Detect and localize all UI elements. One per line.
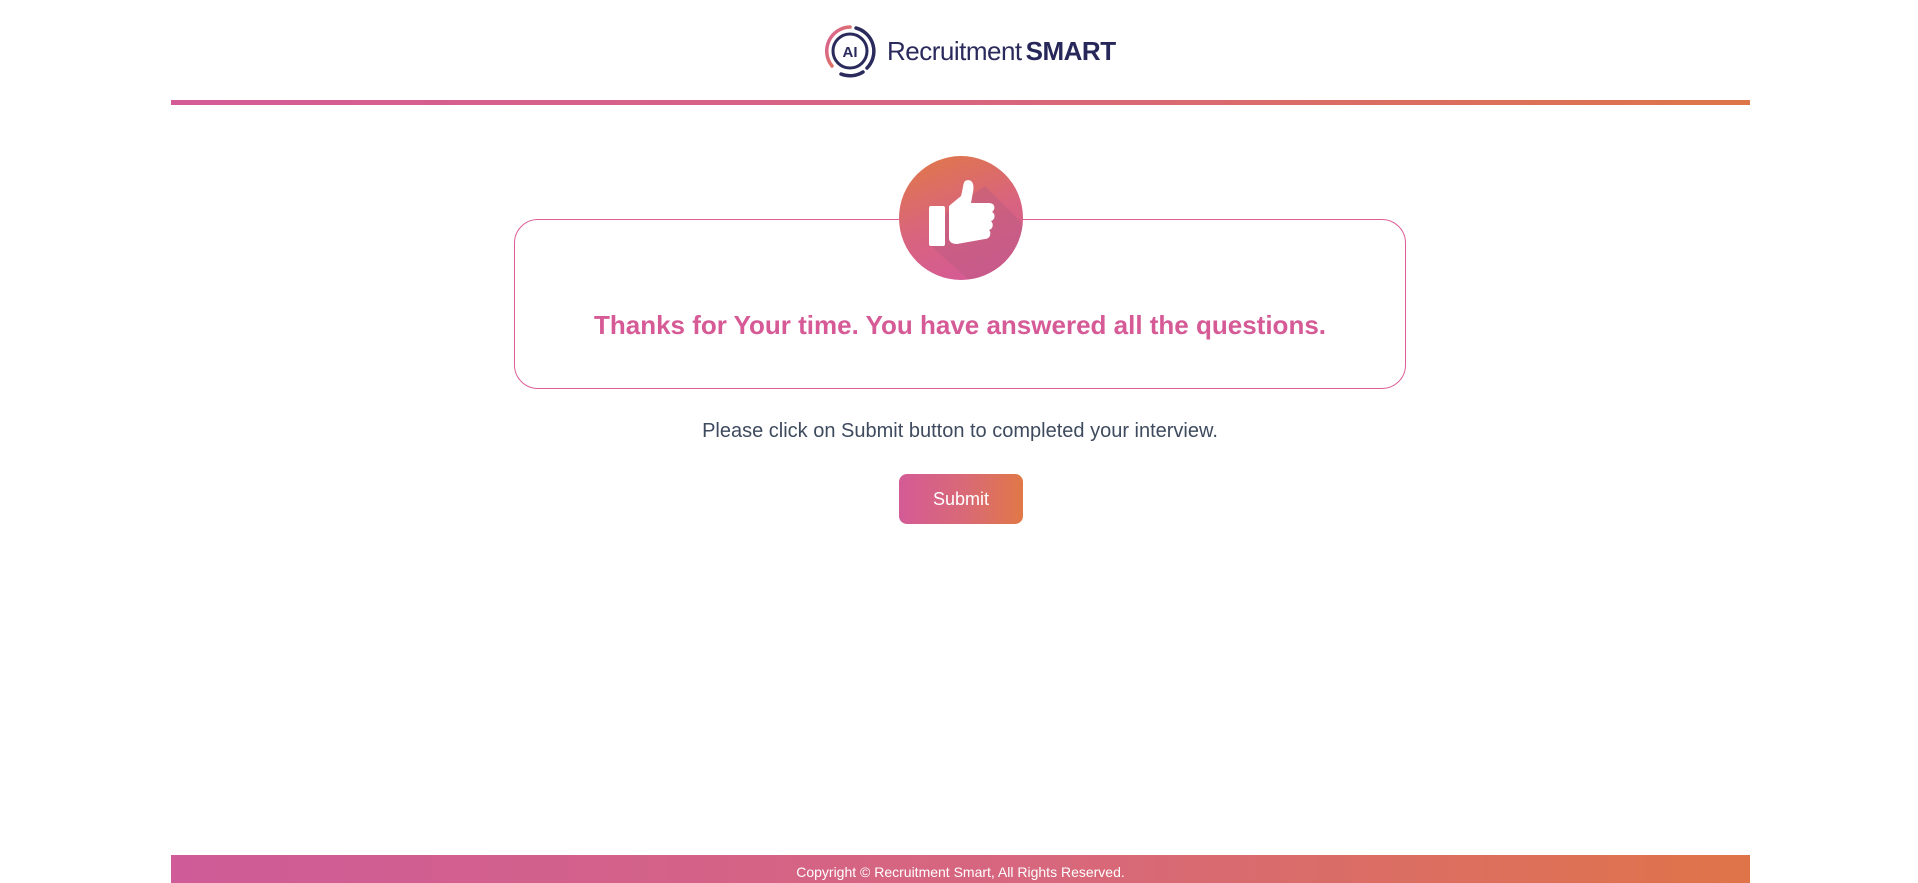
page: AI Recruitment SMART Thanks for Your tim… bbox=[0, 0, 1918, 883]
brand-name: Recruitment SMART bbox=[887, 36, 1116, 67]
logo-mark-text: AI bbox=[843, 44, 858, 61]
brand-name-bold: SMART bbox=[1025, 35, 1116, 66]
footer: Copyright © Recruitment Smart, All Right… bbox=[171, 855, 1750, 883]
brand-name-light: Recruitment bbox=[887, 35, 1022, 66]
copyright-text: Copyright © Recruitment Smart, All Right… bbox=[796, 864, 1125, 880]
submit-button[interactable]: Submit bbox=[899, 474, 1023, 524]
ai-logo-icon: AI bbox=[823, 24, 877, 78]
thumbs-up-icon bbox=[899, 156, 1023, 280]
completion-message: Thanks for Your time. You have answered … bbox=[593, 310, 1327, 340]
brand-logo[interactable]: AI Recruitment SMART bbox=[823, 24, 1116, 78]
header: AI Recruitment SMART bbox=[0, 0, 1918, 105]
submit-instruction: Please click on Submit button to complet… bbox=[702, 420, 1218, 442]
header-divider bbox=[171, 100, 1750, 105]
